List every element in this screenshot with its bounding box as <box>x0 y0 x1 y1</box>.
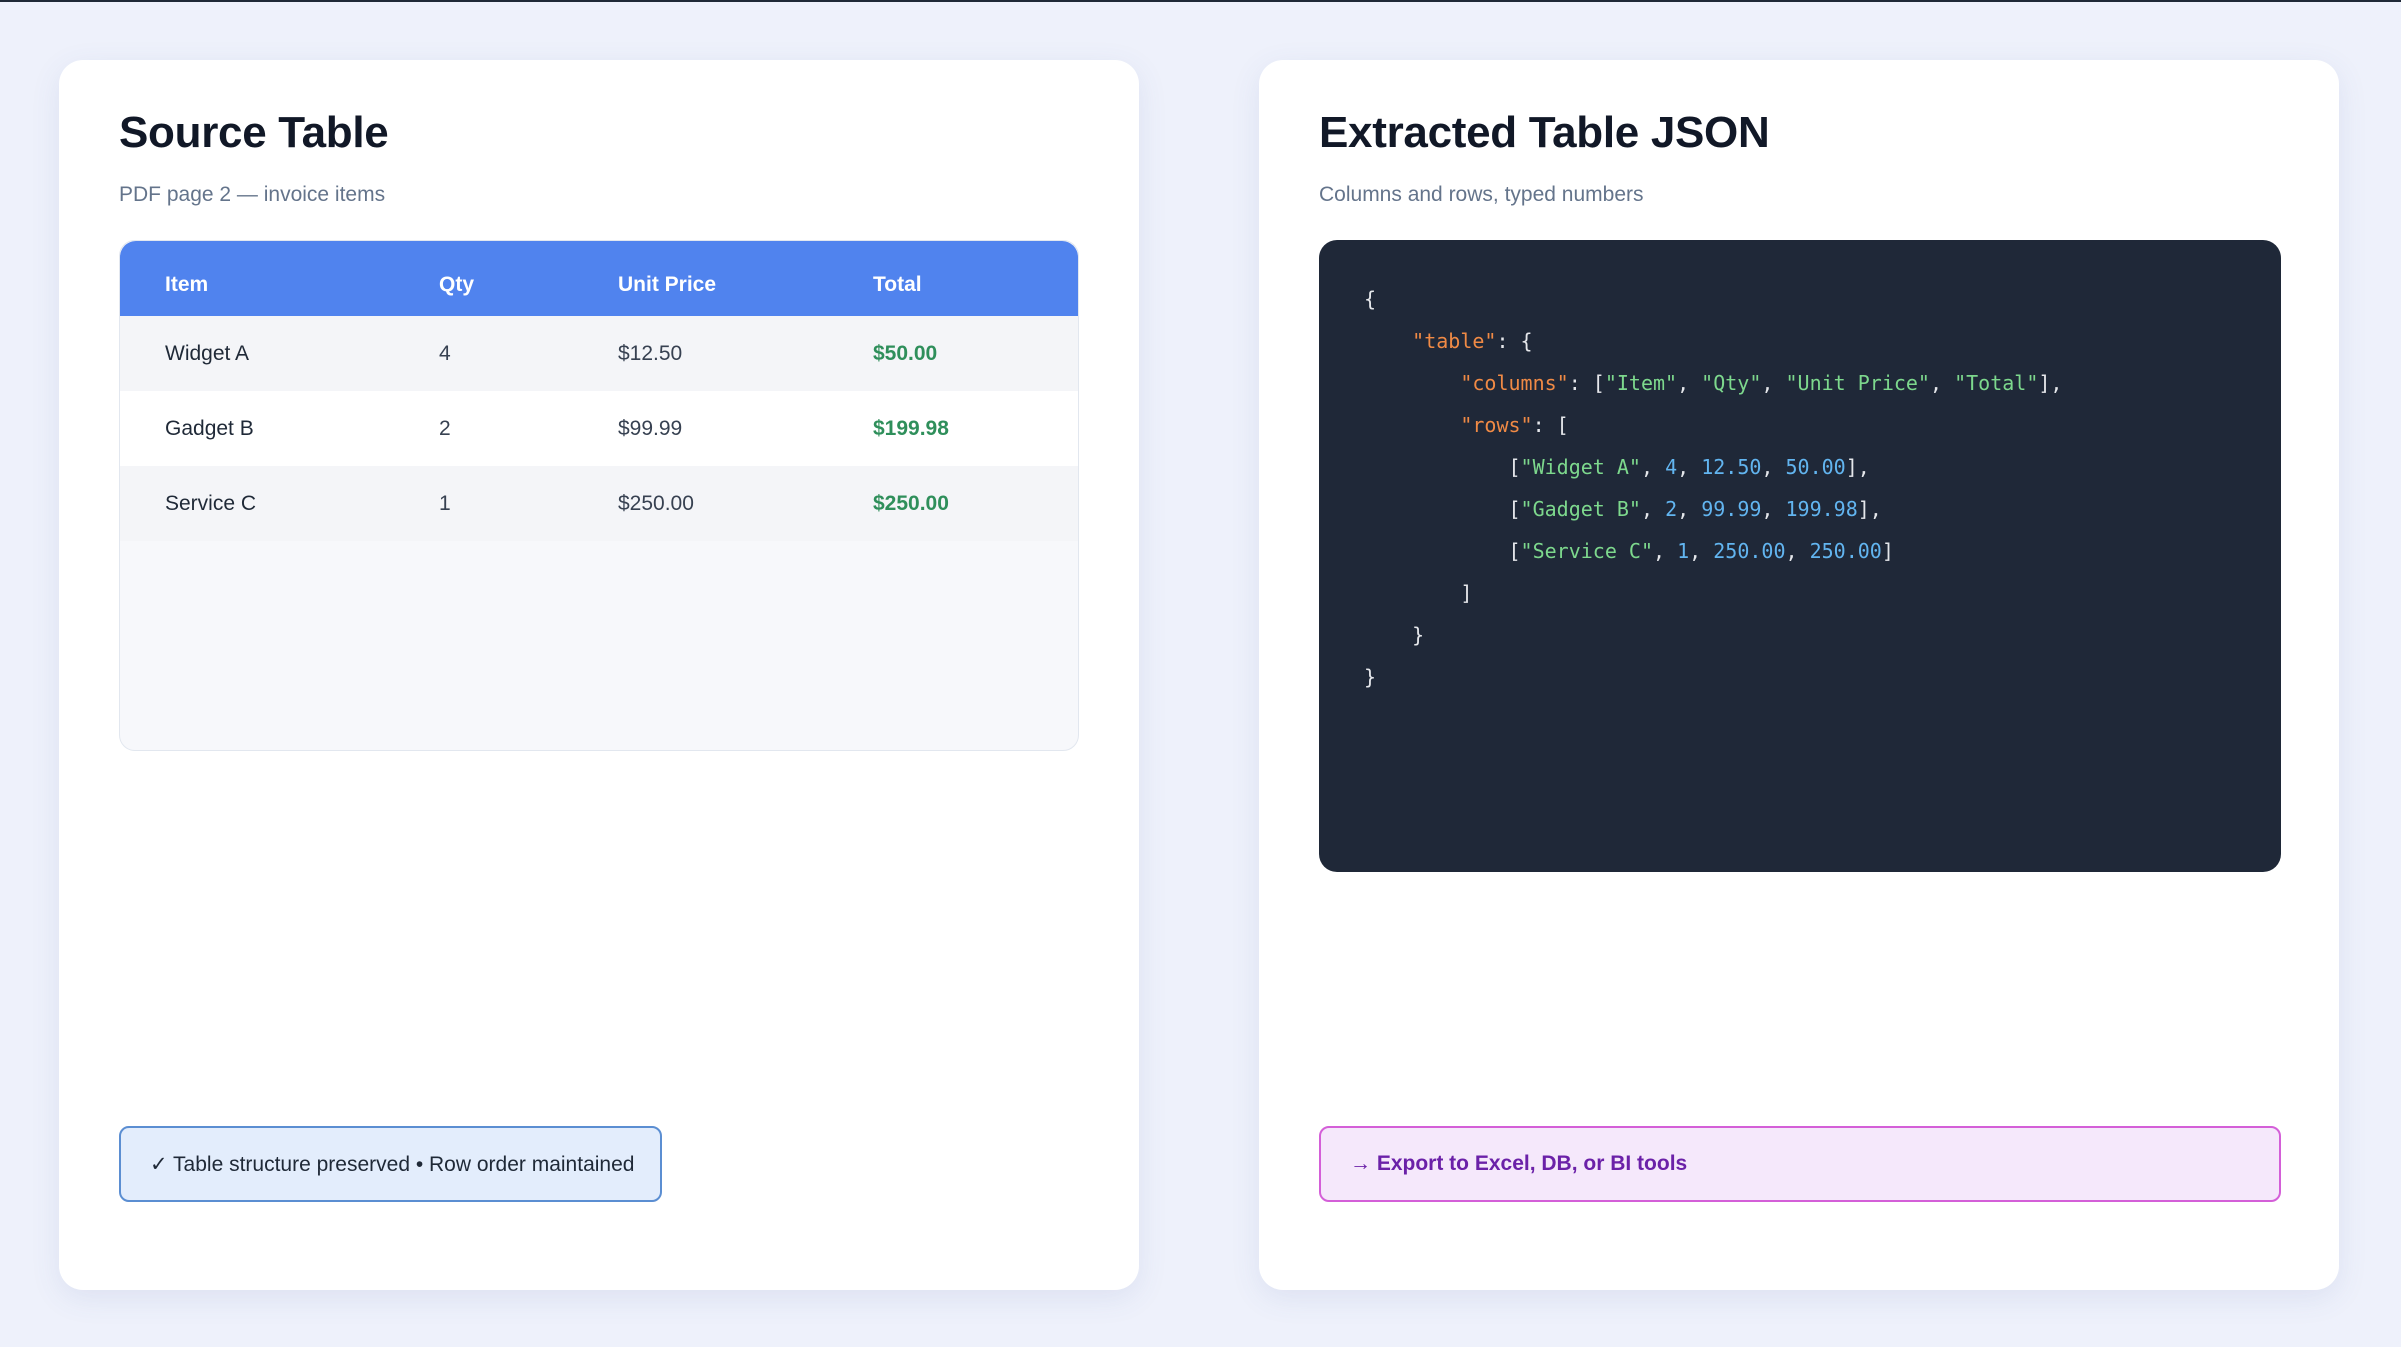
source-table: Item Qty Unit Price Total Widget A 4 $12… <box>119 240 1079 751</box>
cell-item: Widget A <box>165 341 250 365</box>
cell-item: Service C <box>165 491 257 515</box>
header-unit-price: Unit Price <box>618 272 717 296</box>
extracted-json-card: Extracted Table JSON Columns and rows, t… <box>1259 60 2339 1290</box>
json-line: { <box>1364 287 1377 311</box>
cell-unit-price: $12.50 <box>618 341 683 365</box>
json-code-block: { "table": { "columns": ["Item", "Qty", … <box>1319 240 2281 872</box>
json-line: "rows": [ <box>1460 413 1569 437</box>
source-table-title: Source Table <box>119 108 389 157</box>
table-row: Gadget B 2 $99.99 $199.98 <box>120 391 1078 466</box>
cell-qty: 1 <box>439 491 451 515</box>
json-line: ["Widget A", 4, 12.50, 50.00], <box>1364 455 1870 479</box>
header-total: Total <box>873 272 922 296</box>
export-badge: → Export to Excel, DB, or BI tools <box>1319 1126 2281 1202</box>
cell-total: $250.00 <box>873 491 949 515</box>
cell-unit-price: $250.00 <box>618 491 694 515</box>
json-line: } <box>1364 665 1377 689</box>
json-line: ["Service C", 1, 250.00, 250.00] <box>1364 539 1894 563</box>
structure-preserved-badge: ✓ Table structure preserved • Row order … <box>119 1126 662 1202</box>
cell-item: Gadget B <box>165 416 254 440</box>
table-row: Service C 1 $250.00 $250.00 <box>120 466 1078 541</box>
json-line: "table": { <box>1412 329 1533 353</box>
json-line: ["Gadget B", 2, 99.99, 199.98], <box>1364 497 1882 521</box>
cell-qty: 2 <box>439 416 451 440</box>
extracted-json-title: Extracted Table JSON <box>1319 108 1770 157</box>
cell-qty: 4 <box>439 341 451 365</box>
table-row: Widget A 4 $12.50 $50.00 <box>120 316 1078 391</box>
cell-unit-price: $99.99 <box>618 416 683 440</box>
header-qty: Qty <box>439 272 475 296</box>
source-table-subtitle: PDF page 2 — invoice items <box>119 183 386 206</box>
json-line: "columns": ["Item", "Qty", "Unit Price",… <box>1460 371 2063 395</box>
cell-total: $199.98 <box>873 416 949 440</box>
extracted-json-subtitle: Columns and rows, typed numbers <box>1319 183 1644 206</box>
json-line: } <box>1364 623 1425 647</box>
json-line: ] <box>1364 581 1473 605</box>
table-header-row: Item Qty Unit Price Total <box>120 241 1078 316</box>
cell-total: $50.00 <box>873 341 938 365</box>
header-item: Item <box>165 272 209 296</box>
top-border-line <box>0 0 2401 2</box>
source-table-card: Source Table PDF page 2 — invoice items … <box>59 60 1139 1290</box>
